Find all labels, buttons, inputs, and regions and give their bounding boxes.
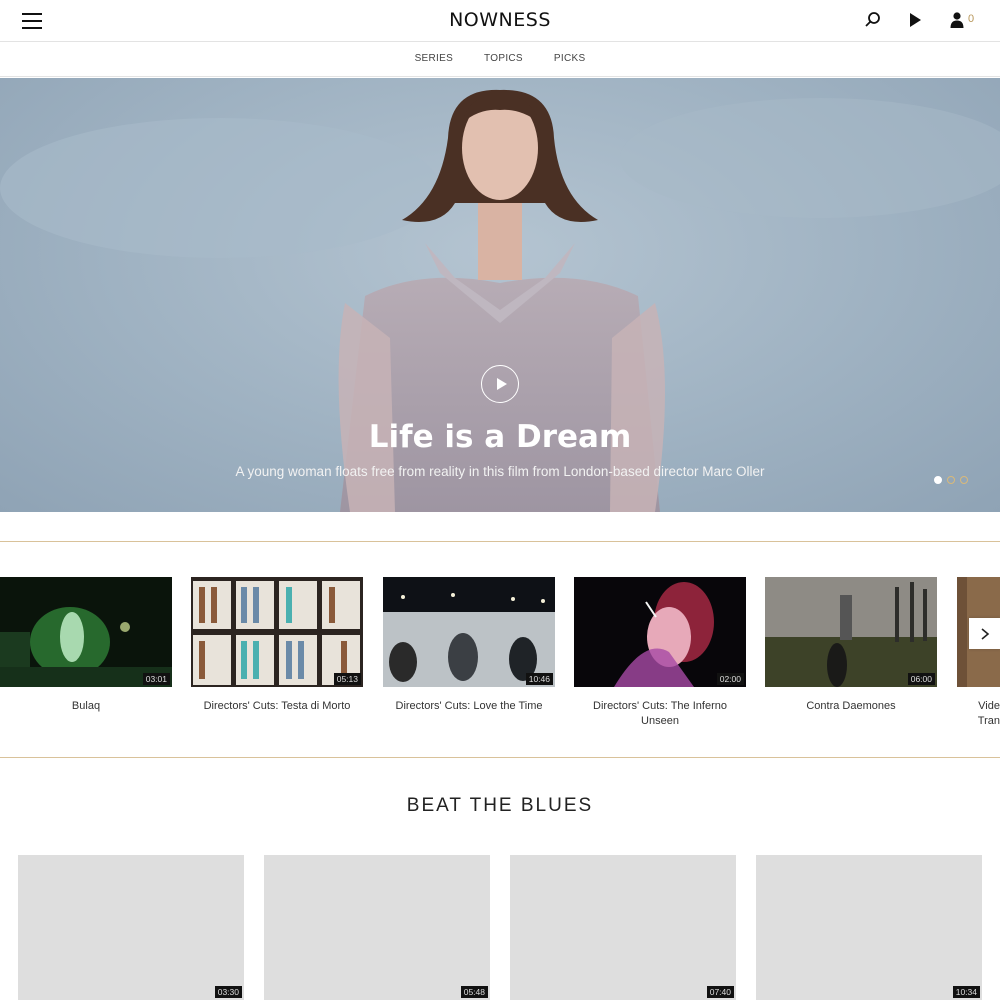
site-logo[interactable]: NOWNESS bbox=[0, 9, 1000, 31]
carousel-next-button[interactable] bbox=[969, 618, 1000, 649]
cart-count: 0 bbox=[968, 13, 975, 25]
video-title[interactable]: Directors' Cuts: Testa di Morto bbox=[191, 699, 363, 714]
video-thumbnail[interactable]: 02:00 bbox=[574, 577, 746, 687]
section-title: BEAT THE BLUES bbox=[406, 795, 594, 816]
duration-badge: 02:00 bbox=[716, 673, 744, 685]
chevron-right-icon bbox=[981, 628, 990, 640]
slide-dot-1[interactable] bbox=[934, 476, 942, 484]
video-title[interactable]: Directors' Cuts: The Inferno Unseen bbox=[574, 699, 746, 729]
video-title[interactable]: Bulaq bbox=[0, 699, 172, 714]
duration-badge: 03:30 bbox=[214, 986, 242, 998]
nav-picks[interactable]: PICKS bbox=[554, 53, 586, 64]
duration-badge: 05:48 bbox=[460, 986, 488, 998]
duration-badge: 07:40 bbox=[706, 986, 734, 998]
duration-badge: 10:34 bbox=[952, 986, 980, 998]
video-thumbnail[interactable]: 06:00 bbox=[765, 577, 937, 687]
duration-badge: 05:13 bbox=[333, 673, 361, 685]
duration-badge: 10:46 bbox=[525, 673, 553, 685]
user-icon[interactable] bbox=[948, 11, 968, 31]
video-thumbnail[interactable]: 10:46 bbox=[383, 577, 555, 687]
video-title[interactable]: Contra Daemones bbox=[765, 699, 937, 714]
hero-play-button[interactable] bbox=[481, 365, 519, 403]
video-card-placeholder[interactable]: 05:48 bbox=[264, 855, 490, 1000]
video-title[interactable]: Directors' Cuts: Love the Time bbox=[383, 699, 555, 714]
duration-badge: 06:00 bbox=[907, 673, 935, 685]
slide-dot-3[interactable] bbox=[960, 476, 968, 484]
video-card-placeholder[interactable]: 03:30 bbox=[18, 855, 244, 1000]
play-icon[interactable] bbox=[906, 11, 926, 31]
slide-indicators bbox=[934, 476, 968, 484]
search-icon[interactable] bbox=[864, 11, 884, 31]
duration-badge: 03:01 bbox=[142, 673, 170, 685]
top-header: NOWNESS 0 bbox=[0, 0, 1000, 42]
video-card-placeholder[interactable]: 10:34 bbox=[756, 855, 982, 1000]
nav-series[interactable]: SERIES bbox=[415, 53, 453, 64]
video-title[interactable]: Vide Tran bbox=[957, 699, 1000, 729]
hero-banner[interactable]: Life is a Dream A young woman floats fre… bbox=[0, 78, 1000, 512]
divider bbox=[0, 541, 1000, 542]
divider bbox=[0, 757, 1000, 758]
video-thumbnail[interactable]: 05:13 bbox=[191, 577, 363, 687]
hero-title[interactable]: Life is a Dream bbox=[0, 419, 1000, 455]
nav-topics[interactable]: TOPICS bbox=[484, 53, 523, 64]
sub-navigation: SERIES TOPICS PICKS bbox=[0, 43, 1000, 77]
hero-subtitle: A young woman floats free from reality i… bbox=[235, 464, 765, 479]
video-card-placeholder[interactable]: 07:40 bbox=[510, 855, 736, 1000]
video-card[interactable]: Vide Tran bbox=[957, 577, 1000, 737]
slide-dot-2[interactable] bbox=[947, 476, 955, 484]
video-thumbnail[interactable]: 03:01 bbox=[0, 577, 172, 687]
